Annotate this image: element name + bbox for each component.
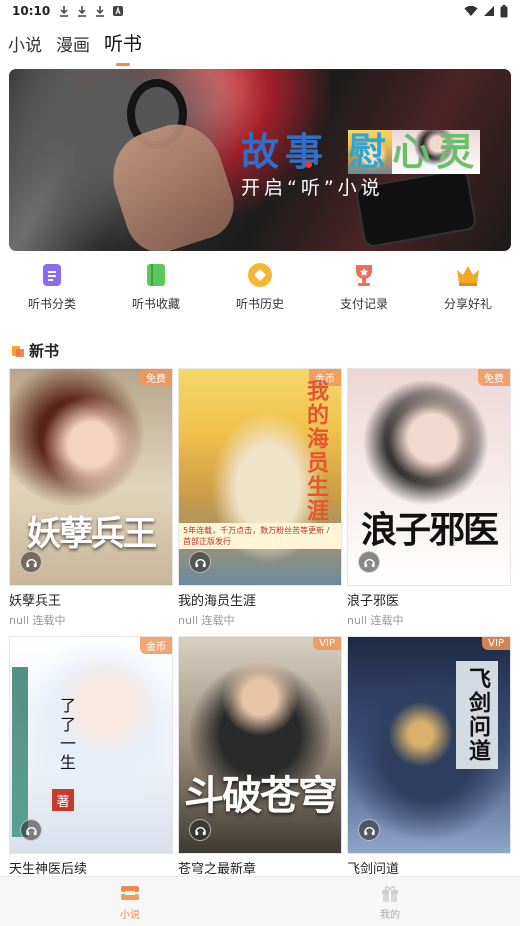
notification-icons	[58, 5, 124, 17]
book-cover: 金币 了了一生 著	[9, 636, 173, 854]
section-title: 新书	[29, 342, 60, 360]
book-title: 天生神医后续	[9, 862, 88, 877]
download-icon	[78, 6, 87, 17]
menu-label: 分享好礼	[443, 297, 492, 311]
promo-banner[interactable]: 故事 慰心灵 开启“听”小说	[9, 69, 511, 251]
trophy-icon	[356, 265, 372, 286]
book-card[interactable]: VIP 斗破苍穹 苍穹之最新章	[178, 636, 342, 904]
cover-title: 浪子邪医	[360, 509, 499, 551]
menu-item-share-gift[interactable]: 分享好礼	[416, 262, 520, 326]
book-card[interactable]: 金币 了了一生 著 天生神医后续	[9, 636, 173, 904]
book-card[interactable]: 免费 妖孽兵王 妖孽兵王 null 连载中	[9, 368, 173, 636]
wifi-icon	[464, 5, 478, 16]
book-card[interactable]: 免费 浪子邪医 浪子邪医 null 连载中	[347, 368, 511, 636]
bookmark-book-icon	[147, 264, 165, 286]
audio-play-icon[interactable]	[358, 551, 380, 573]
top-tab-bar: 小说 漫画 听书	[8, 28, 142, 60]
history-diamond-icon	[248, 263, 272, 287]
book-cover: 金币 我的海员生涯 5年连载，千万点击，数万粉丝苦等更新 / 首部正版发行	[178, 368, 342, 586]
category-doc-icon	[43, 264, 61, 286]
download-icon	[96, 6, 105, 17]
section-header-new-books: 新书	[12, 340, 59, 361]
book-cover: 免费 妖孽兵王	[9, 368, 173, 586]
price-badge: 金币	[140, 637, 172, 654]
audio-play-icon[interactable]	[189, 819, 211, 841]
audio-play-icon[interactable]	[20, 819, 42, 841]
book-grid: 免费 妖孽兵王 妖孽兵王 null 连载中 金币 我的海员生涯 5年连载，千万点…	[9, 368, 511, 904]
book-title: 浪子邪医	[347, 594, 400, 609]
cover-strip-text: 5年连载，千万点击，数万粉丝苦等更新 / 首部正版发行	[179, 523, 341, 549]
book-status: null 连载中	[347, 614, 404, 627]
banner-subtitle: 开启“听”小说	[241, 177, 384, 199]
book-status: null 连载中	[178, 614, 235, 627]
menu-item-history[interactable]: 听书历史	[208, 262, 312, 326]
battery-icon	[500, 4, 508, 17]
nav-label: 小说	[120, 910, 140, 921]
nav-label: 我的	[380, 910, 400, 921]
system-icons	[464, 4, 508, 18]
hand-illustration	[101, 112, 243, 251]
book-title: 飞剑问道	[347, 862, 400, 877]
cover-title: 我的海员生涯	[303, 379, 328, 523]
book-status: null 连载中	[9, 614, 66, 627]
book-title: 我的海员生涯	[178, 594, 257, 609]
tab-audiobook[interactable]: 听书	[104, 29, 142, 60]
cover-side-stripe	[12, 667, 28, 837]
cover-title: 了了一生	[57, 697, 76, 773]
app-a-icon	[113, 6, 124, 16]
menu-label: 听书收藏	[131, 297, 180, 311]
tab-novel[interactable]: 小说	[8, 31, 42, 60]
cover-title: 妖孽兵王	[27, 514, 157, 554]
banner-title: 故事 慰心灵	[241, 130, 481, 174]
audio-play-icon[interactable]	[20, 551, 42, 573]
bottom-nav: 小说 我的	[0, 876, 520, 926]
signal-icon	[484, 6, 494, 16]
book-card[interactable]: 金币 我的海员生涯 5年连载，千万点击，数万粉丝苦等更新 / 首部正版发行 我的…	[178, 368, 342, 636]
red-dot-decoration	[305, 161, 312, 168]
nav-novel[interactable]: 小说	[0, 877, 260, 926]
book-cover: VIP 飞剑问道	[347, 636, 511, 854]
price-badge: 免费	[478, 369, 510, 386]
menu-label: 支付记录	[339, 297, 388, 311]
book-title: 苍穹之最新章	[178, 862, 257, 877]
price-badge: 免费	[140, 369, 172, 386]
status-bar: 10:10	[0, 0, 520, 22]
book-cover: VIP 斗破苍穹	[178, 636, 342, 854]
quick-menu: 听书分类 听书收藏 听书历史 支付记录 分享好礼	[0, 262, 520, 326]
menu-label: 听书分类	[27, 297, 76, 311]
book-title: 妖孽兵王	[9, 594, 62, 609]
cover-author-mark: 著	[52, 789, 74, 811]
price-badge: VIP	[482, 637, 510, 650]
tab-comic[interactable]: 漫画	[56, 31, 90, 60]
menu-item-payment-records[interactable]: 支付记录	[312, 262, 416, 326]
cover-title: 飞剑问道	[456, 661, 498, 769]
book-card[interactable]: VIP 飞剑问道 飞剑问道	[347, 636, 511, 904]
menu-item-favorites[interactable]: 听书收藏	[104, 262, 208, 326]
price-badge: VIP	[313, 637, 341, 650]
clock: 10:10	[12, 4, 51, 18]
download-icon	[60, 6, 69, 17]
nav-mine[interactable]: 我的	[260, 877, 520, 926]
novel-books-icon	[121, 886, 139, 900]
crown-icon	[457, 266, 479, 286]
audio-play-icon[interactable]	[189, 551, 211, 573]
audio-play-icon[interactable]	[358, 819, 380, 841]
menu-label: 听书历史	[235, 297, 284, 311]
book-cover: 免费 浪子邪医	[347, 368, 511, 586]
cover-title: 斗破苍穹	[184, 773, 338, 819]
menu-item-category[interactable]: 听书分类	[0, 262, 104, 326]
section-mark-icon	[12, 345, 24, 357]
gift-box-icon	[382, 885, 398, 902]
